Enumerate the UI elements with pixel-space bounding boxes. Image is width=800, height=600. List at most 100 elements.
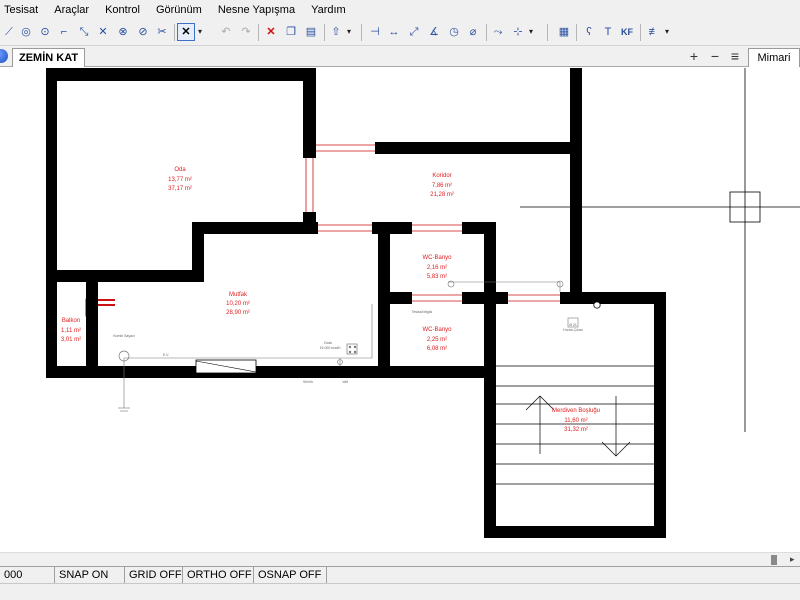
room-merdiven-name: Merdiven Boşluğu bbox=[552, 408, 600, 414]
wall bbox=[46, 68, 57, 378]
room-wc1-perimeter: 5,83 m² bbox=[427, 274, 447, 280]
import-dropdown-icon[interactable]: ▾ bbox=[345, 23, 353, 41]
room-balkon-perimeter: 3,01 m² bbox=[61, 337, 81, 343]
room-merdiven-perimeter: 31,32 m² bbox=[564, 427, 588, 433]
dim-radius-icon[interactable]: ◷ bbox=[445, 23, 463, 41]
ortho-toggle[interactable]: ORTHO OFF bbox=[183, 567, 254, 584]
line-tool-icon[interactable]: ⟋ bbox=[0, 23, 18, 41]
zoom-out-button[interactable]: − bbox=[707, 48, 723, 64]
hatch-icon[interactable]: ≢ bbox=[645, 23, 663, 41]
dim-diameter-icon[interactable]: ⌀ bbox=[464, 23, 482, 41]
kf-label-icon[interactable]: KF bbox=[618, 23, 636, 41]
room-koridor-area: 7,86 m² bbox=[432, 183, 452, 189]
snap-settings-icon[interactable]: ⤳ bbox=[489, 23, 507, 41]
wall-tool-icon[interactable]: ⌐ bbox=[55, 23, 73, 41]
room-wc2-area: 2,25 m² bbox=[427, 337, 447, 343]
wall bbox=[86, 282, 98, 378]
text-style-icon[interactable]: T bbox=[599, 23, 617, 41]
annotation-s-vanasi: Sıfırlık bbox=[303, 380, 313, 384]
menu-gorunum[interactable]: Görünüm bbox=[148, 0, 210, 20]
rotate-tool-icon[interactable]: ⊘ bbox=[134, 23, 152, 41]
dim-linear-icon[interactable]: ⊣ bbox=[366, 23, 384, 41]
layers-icon[interactable]: ▦ bbox=[555, 23, 573, 41]
scroll-right-arrow-icon[interactable]: ▸ bbox=[790, 554, 795, 565]
menu-araclar[interactable]: Araçlar bbox=[46, 0, 97, 20]
room-oda-name: Oda bbox=[174, 167, 186, 173]
room-wc1-area: 2,16 m² bbox=[427, 265, 447, 271]
wall bbox=[560, 292, 666, 304]
globe-icon[interactable] bbox=[0, 49, 8, 63]
snap-mode-dropdown-icon[interactable]: ▾ bbox=[527, 23, 535, 41]
floor-plan: Oda 13,77 m² 37,17 m² Koridor 7,86 m² 21… bbox=[46, 68, 800, 538]
annotation-ocak-sub: 15.000 kcal/h bbox=[320, 346, 341, 350]
room-wc2-name: WC-Banyo bbox=[422, 327, 452, 333]
menu-nesne-yapisma[interactable]: Nesne Yapışma bbox=[210, 0, 303, 20]
wall bbox=[46, 270, 202, 282]
menu-yardim[interactable]: Yardım bbox=[303, 0, 354, 20]
drawing-canvas[interactable]: Oda 13,77 m² 37,17 m² Koridor 7,86 m² 21… bbox=[0, 67, 800, 552]
tab-bar: ZEMİN KAT + − ≡ Mimari bbox=[0, 46, 800, 67]
annotation-kombi-sub: Hurda Çıkan bbox=[563, 328, 583, 332]
dim-horizontal-icon[interactable]: ↔ bbox=[385, 23, 403, 41]
annotation-kombi-label: Ø 21 bbox=[569, 323, 577, 327]
scissors-tool-icon[interactable]: ✂ bbox=[153, 23, 171, 41]
menu-bar: Tesisat Araçlar Kontrol Görünüm Nesne Ya… bbox=[0, 0, 800, 20]
room-mutfak-name: Mutfak bbox=[229, 292, 248, 298]
paste-icon[interactable]: ▤ bbox=[302, 23, 320, 41]
tab-mimari[interactable]: Mimari bbox=[748, 48, 800, 67]
zoom-in-button[interactable]: + bbox=[686, 48, 702, 64]
wall bbox=[570, 68, 582, 304]
walls bbox=[46, 68, 666, 538]
annotation-valf: Valf bbox=[342, 380, 348, 384]
horizontal-scrollbar[interactable]: ▸ bbox=[0, 552, 800, 566]
osnap-toggle[interactable]: OSNAP OFF bbox=[254, 567, 327, 584]
cross-tool-icon[interactable]: ✕ bbox=[94, 23, 112, 41]
wall bbox=[46, 366, 490, 378]
dim-angular-icon[interactable]: ∡ bbox=[425, 23, 443, 41]
wall bbox=[375, 142, 580, 154]
angle-tool-icon[interactable]: ⤡ bbox=[75, 23, 93, 41]
wall bbox=[484, 526, 666, 538]
delete-mode-dropdown-icon[interactable]: ▾ bbox=[196, 23, 204, 41]
grid-toggle[interactable]: GRID OFF bbox=[125, 567, 183, 584]
coordinate-readout: 000 bbox=[0, 567, 55, 584]
room-balkon-area: 1,11 m² bbox=[61, 328, 81, 334]
annotation-sayac: Kombi Sayacı bbox=[113, 334, 135, 338]
toolbar: ⟋ ◎ ⊙ ⌐ ⤡ ✕ ⊗ ⊘ ✂ ✕ ▾ ↶ ↷ ✕ ❐ ▤ ⇧ ▾ ⊣ ↔ … bbox=[0, 20, 800, 46]
room-wc1-name: WC-Banyo bbox=[422, 255, 452, 261]
room-merdiven-area: 11,60 m² bbox=[564, 418, 587, 424]
delete-mode-icon[interactable]: ✕ bbox=[177, 23, 195, 41]
dim-aligned-icon[interactable]: ⤢ bbox=[405, 23, 423, 41]
circle-tool-icon[interactable]: ◎ bbox=[17, 23, 35, 41]
stairs bbox=[496, 365, 654, 485]
text-icon[interactable]: ʕ bbox=[580, 23, 598, 41]
menu-kontrol[interactable]: Kontrol bbox=[97, 0, 148, 20]
bottom-strip bbox=[0, 583, 800, 600]
room-mutfak-area: 10,20 m² bbox=[226, 301, 250, 307]
wall bbox=[192, 222, 318, 234]
copy-icon[interactable]: ❐ bbox=[282, 23, 300, 41]
snap-mode-icon[interactable]: ⊹ bbox=[509, 23, 527, 41]
delete-icon[interactable]: ✕ bbox=[262, 23, 280, 41]
room-koridor-name: Koridor bbox=[432, 173, 451, 179]
status-bar: 000 SNAP ON GRID OFF ORTHO OFF OSNAP OFF bbox=[0, 566, 800, 584]
room-mutfak-perimeter: 28,90 m² bbox=[226, 310, 250, 316]
annotation-note: Tesisat bilgisi bbox=[412, 310, 433, 314]
tab-menu-icon[interactable]: ≡ bbox=[727, 48, 743, 64]
annotation-ocak: Ocak bbox=[324, 341, 332, 345]
import-icon[interactable]: ⇧ bbox=[327, 23, 345, 41]
wall bbox=[46, 68, 316, 81]
wall bbox=[484, 222, 496, 538]
menu-tesisat[interactable]: Tesisat bbox=[0, 0, 46, 20]
node-tool-icon[interactable]: ⊙ bbox=[36, 23, 54, 41]
scroll-thumb[interactable] bbox=[771, 555, 777, 565]
snap-toggle[interactable]: SNAP ON bbox=[55, 567, 125, 584]
target-tool-icon[interactable]: ⊗ bbox=[114, 23, 132, 41]
room-oda-area: 13,77 m² bbox=[168, 177, 192, 183]
room-balkon-name: Balkon bbox=[62, 318, 80, 324]
tab-zemin-kat[interactable]: ZEMİN KAT bbox=[12, 48, 86, 67]
wall bbox=[462, 292, 508, 304]
redo-icon[interactable]: ↷ bbox=[237, 23, 255, 41]
hatch-dropdown-icon[interactable]: ▾ bbox=[663, 23, 671, 41]
undo-icon[interactable]: ↶ bbox=[217, 23, 235, 41]
